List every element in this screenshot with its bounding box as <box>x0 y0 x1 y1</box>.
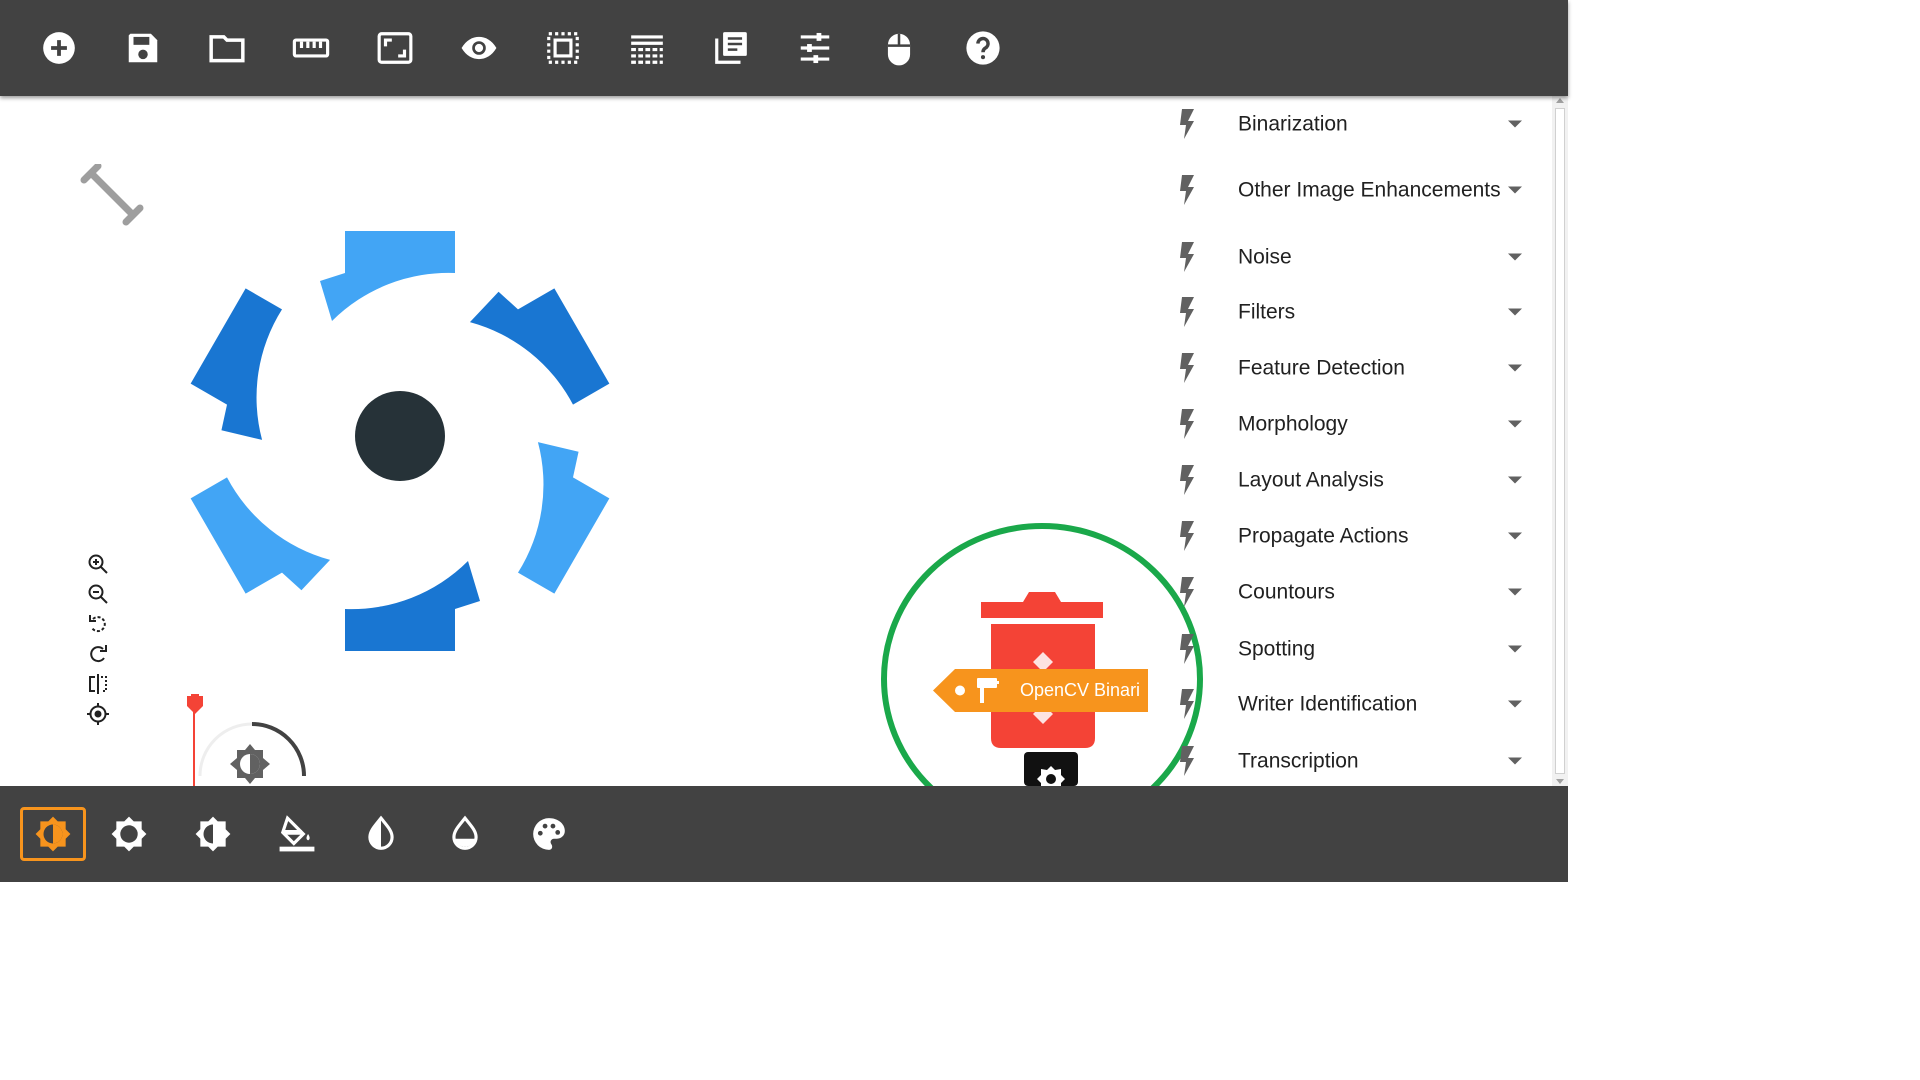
brightness-contrast-icon[interactable] <box>20 807 86 861</box>
chevron-down-icon[interactable] <box>1508 420 1522 428</box>
palette-icon[interactable] <box>525 810 573 858</box>
category-spotting[interactable]: Spotting <box>1160 627 1552 671</box>
category-label: Writer Identification <box>1238 692 1418 716</box>
bolt-icon <box>1180 242 1194 272</box>
eye-icon[interactable] <box>455 24 503 72</box>
bolt-icon <box>1180 746 1194 776</box>
app-logo-icon <box>190 231 610 651</box>
category-feature-detection[interactable]: Feature Detection <box>1160 346 1552 390</box>
category-writer-identification[interactable]: Writer Identification <box>1160 682 1552 726</box>
category-label: Transcription <box>1238 749 1359 773</box>
center-icon[interactable] <box>86 702 110 726</box>
tint-drop-icon[interactable] <box>441 810 489 858</box>
rotate-left-icon[interactable] <box>86 612 110 636</box>
ruler-icon[interactable] <box>287 24 335 72</box>
chevron-down-icon[interactable] <box>1508 757 1522 765</box>
chevron-down-icon[interactable] <box>1508 120 1522 128</box>
add-circle-icon[interactable] <box>35 24 83 72</box>
category-binarization[interactable]: Binarization <box>1160 102 1552 146</box>
tune-icon[interactable] <box>791 24 839 72</box>
category-label: Feature Detection <box>1238 356 1405 380</box>
category-label: Spotting <box>1238 637 1316 661</box>
bolt-icon <box>1180 109 1194 139</box>
bolt-icon <box>1180 577 1194 607</box>
chevron-down-icon[interactable] <box>1508 588 1522 596</box>
chevron-down-icon[interactable] <box>1508 700 1522 708</box>
brightness-icon[interactable] <box>105 810 153 858</box>
bolt-icon <box>1180 353 1194 383</box>
bolt-icon <box>1180 409 1194 439</box>
flip-icon[interactable] <box>86 672 110 696</box>
contrast-icon[interactable] <box>189 810 237 858</box>
fill-color-icon[interactable] <box>273 810 321 858</box>
scrollbar-thumb[interactable] <box>1555 108 1565 774</box>
category-filters[interactable]: Filters <box>1160 290 1552 334</box>
category-transcription[interactable]: Transcription <box>1160 739 1552 783</box>
bolt-icon <box>1180 521 1194 551</box>
category-noise[interactable]: Noise <box>1160 235 1552 279</box>
select-area-icon[interactable] <box>539 24 587 72</box>
bolt-icon <box>1180 175 1194 205</box>
brightness-dial[interactable] <box>192 716 312 786</box>
text-lines-icon[interactable] <box>623 24 671 72</box>
category-label: Filters <box>1238 300 1296 324</box>
chevron-down-icon[interactable] <box>1508 476 1522 484</box>
mouse-icon[interactable] <box>875 24 923 72</box>
chevron-down-icon[interactable] <box>1508 186 1522 194</box>
bottom-toolbar <box>0 786 1568 882</box>
category-morphology[interactable]: Morphology <box>1160 402 1552 446</box>
category-label: Countours <box>1238 580 1335 604</box>
save-icon[interactable] <box>119 24 167 72</box>
category-label: Noise <box>1238 245 1292 269</box>
category-label: Binarization <box>1238 112 1348 136</box>
fit-screen-icon[interactable] <box>371 24 419 72</box>
bolt-icon <box>1180 634 1194 664</box>
category-other-image-enhancements[interactable]: Other Image Enhancements <box>1160 168 1552 212</box>
highlight-circle <box>881 523 1203 786</box>
category-label: Layout Analysis <box>1238 468 1384 492</box>
zoom-in-icon[interactable] <box>86 552 110 576</box>
category-countours[interactable]: Countours <box>1160 570 1552 614</box>
chevron-down-icon[interactable] <box>1508 532 1522 540</box>
chevron-down-icon[interactable] <box>1508 253 1522 261</box>
category-layout-analysis[interactable]: Layout Analysis <box>1160 458 1552 502</box>
bolt-icon <box>1180 689 1194 719</box>
invert-icon[interactable] <box>357 810 405 858</box>
bolt-icon <box>1180 465 1194 495</box>
chevron-down-icon[interactable] <box>1508 645 1522 653</box>
zoom-out-icon[interactable] <box>86 582 110 606</box>
toolbox-icon[interactable] <box>80 164 146 226</box>
bolt-icon <box>1180 297 1194 327</box>
category-label: Other Image Enhancements <box>1238 178 1501 202</box>
library-books-icon[interactable] <box>707 24 755 72</box>
rotate-right-icon[interactable] <box>86 642 110 666</box>
category-label: Morphology <box>1238 412 1348 436</box>
scroll-down-icon[interactable] <box>1556 779 1564 784</box>
folder-icon[interactable] <box>203 24 251 72</box>
chevron-down-icon[interactable] <box>1508 364 1522 372</box>
top-toolbar <box>0 0 1568 96</box>
category-panel: Binarization Other Image Enhancements No… <box>1160 96 1552 786</box>
help-icon[interactable] <box>959 24 1007 72</box>
category-label: Propagate Actions <box>1238 524 1409 548</box>
category-propagate-actions[interactable]: Propagate Actions <box>1160 514 1552 558</box>
scroll-up-icon[interactable] <box>1556 98 1564 103</box>
scrollbar[interactable] <box>1552 96 1568 786</box>
chevron-down-icon[interactable] <box>1508 308 1522 316</box>
